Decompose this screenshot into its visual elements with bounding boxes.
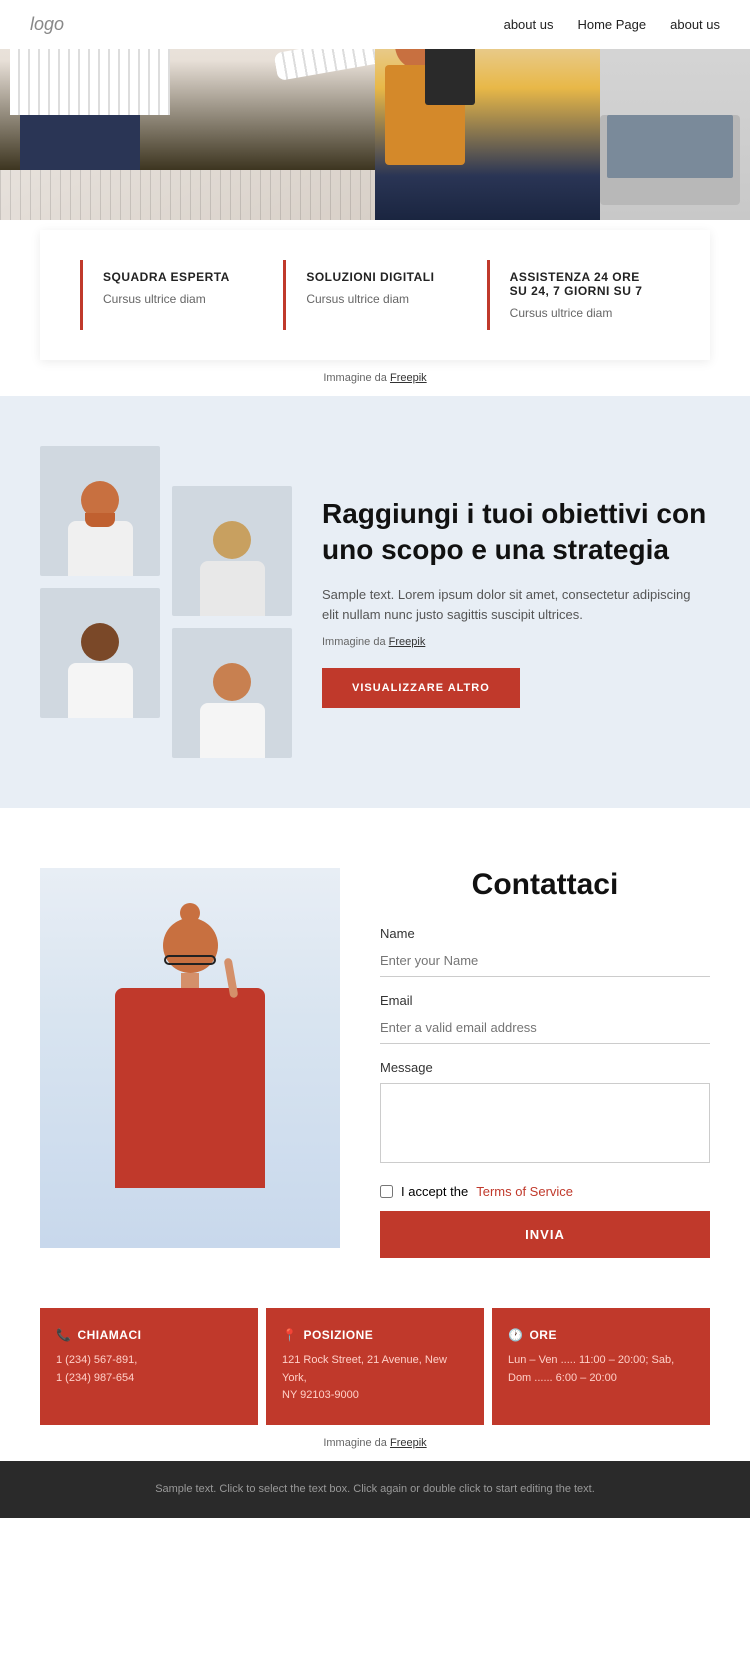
main-nav: about us Home Page about us [504, 17, 720, 32]
photo-person-4 [172, 628, 292, 758]
feature-title-1: SQUADRA ESPERTA [103, 270, 243, 284]
freepik-link-1[interactable]: Freepik [390, 372, 427, 384]
email-label: Email [380, 993, 710, 1008]
info-card-location: 📍 POSIZIONE 121 Rock Street, 21 Avenue, … [266, 1308, 484, 1425]
feature-title-3: ASSISTENZA 24 ORE SU 24, 7 GIORNI SU 7 [510, 270, 650, 298]
contact-title: Contattaci [380, 868, 710, 902]
terms-prefix: I accept the [401, 1184, 468, 1199]
photo-person-1 [40, 446, 160, 576]
photo-person-2 [172, 486, 292, 616]
feature-item-1: SQUADRA ESPERTA Cursus ultrice diam [80, 260, 263, 330]
name-group: Name [380, 926, 710, 977]
site-footer: Sample text. Click to select the text bo… [0, 1461, 750, 1519]
feature-item-2: SOLUZIONI DIGITALI Cursus ultrice diam [283, 260, 466, 330]
hours-text: Lun – Ven ..... 11:00 – 20:00; Sab, Dom … [508, 1352, 694, 1387]
email-input[interactable] [380, 1012, 710, 1044]
nav-about-us-1[interactable]: about us [504, 17, 554, 32]
freepik-link-3[interactable]: Freepik [390, 1437, 427, 1449]
terms-row: I accept the Terms of Service [380, 1184, 710, 1199]
email-group: Email [380, 993, 710, 1044]
terms-checkbox[interactable] [380, 1185, 393, 1198]
contact-section: Contattaci Name Email Message I accept t… [0, 828, 750, 1298]
feature-desc-1: Cursus ultrice diam [103, 292, 243, 306]
logo: logo [30, 14, 64, 35]
photo-col-1 [40, 446, 160, 758]
feature-item-3: ASSISTENZA 24 ORE SU 24, 7 GIORNI SU 7 C… [487, 260, 670, 330]
contact-form: Contattaci Name Email Message I accept t… [380, 868, 710, 1258]
name-label: Name [380, 926, 710, 941]
team-heading: Raggiungi i tuoi obiettivi con uno scopo… [322, 496, 710, 569]
photo-col-2 [172, 486, 292, 758]
team-content: Raggiungi i tuoi obiettivi con uno scopo… [322, 496, 710, 708]
feature-desc-3: Cursus ultrice diam [510, 306, 650, 320]
hero-attribution: Immagine da Freepik [0, 360, 750, 396]
phone-icon: 📞 [56, 1328, 71, 1342]
call-title: 📞 CHIAMACI [56, 1328, 242, 1342]
nav-home-page[interactable]: Home Page [577, 17, 646, 32]
hours-title: 🕐 ORE [508, 1328, 694, 1342]
features-section: SQUADRA ESPERTA Cursus ultrice diam SOLU… [40, 230, 710, 360]
view-more-button[interactable]: VISUALIZZARE ALTRO [322, 668, 520, 708]
team-text: Sample text. Lorem ipsum dolor sit amet,… [322, 585, 710, 627]
info-card-hours: 🕐 ORE Lun – Ven ..... 11:00 – 20:00; Sab… [492, 1308, 710, 1425]
feature-desc-2: Cursus ultrice diam [306, 292, 446, 306]
terms-link[interactable]: Terms of Service [476, 1184, 573, 1199]
nav-about-us-2[interactable]: about us [670, 17, 720, 32]
location-text: 121 Rock Street, 21 Avenue, New York, NY… [282, 1352, 468, 1405]
submit-button[interactable]: INVIA [380, 1211, 710, 1258]
message-label: Message [380, 1060, 710, 1075]
freepik-link-2[interactable]: Freepik [389, 636, 426, 648]
location-icon: 📍 [282, 1328, 297, 1342]
name-input[interactable] [380, 945, 710, 977]
call-text: 1 (234) 567-891, 1 (234) 987-654 [56, 1352, 242, 1387]
info-cards: 📞 CHIAMACI 1 (234) 567-891, 1 (234) 987-… [0, 1308, 750, 1425]
message-textarea[interactable] [380, 1083, 710, 1163]
info-card-call: 📞 CHIAMACI 1 (234) 567-891, 1 (234) 987-… [40, 1308, 258, 1425]
footer-attribution: Immagine da Freepik [0, 1425, 750, 1461]
contact-image [40, 868, 340, 1248]
team-photos [40, 446, 292, 758]
feature-title-2: SOLUZIONI DIGITALI [306, 270, 446, 284]
section-gap [0, 808, 750, 828]
site-header: logo about us Home Page about us [0, 0, 750, 49]
footer-text: Sample text. Click to select the text bo… [40, 1481, 710, 1499]
message-group: Message [380, 1060, 710, 1168]
photo-person-3 [40, 588, 160, 718]
clock-icon: 🕐 [508, 1328, 523, 1342]
location-title: 📍 POSIZIONE [282, 1328, 468, 1342]
team-attribution: Immagine da Freepik [322, 636, 710, 648]
team-section: Raggiungi i tuoi obiettivi con uno scopo… [0, 396, 750, 808]
